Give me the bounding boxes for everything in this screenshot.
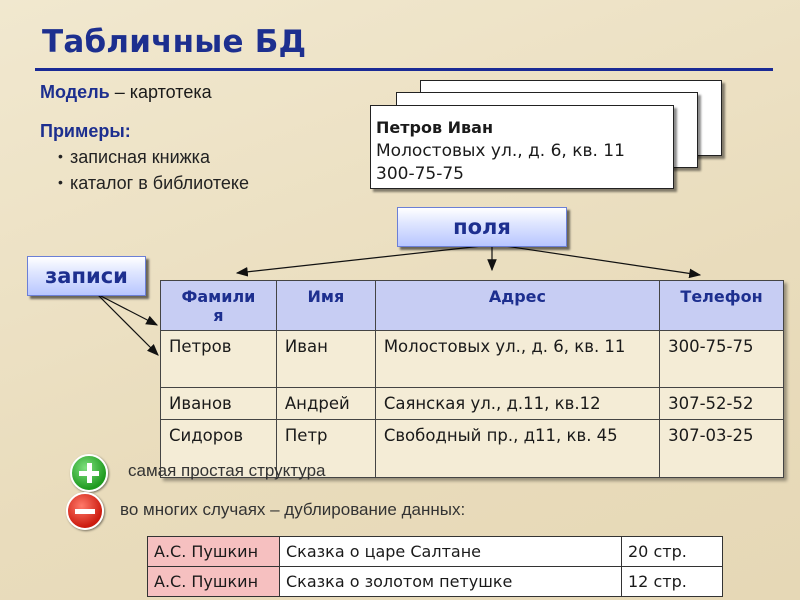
table-cell: Иван bbox=[275, 330, 376, 388]
table-cell: 307-52-52 bbox=[659, 387, 784, 420]
duplication-example-table: А.С. Пушкин Сказка о царе Салтане 20 стр… bbox=[147, 536, 723, 597]
column-header-phone: Телефон bbox=[659, 280, 784, 331]
pros-text: самая простая структура bbox=[128, 461, 326, 480]
author-cell: А.С. Пушкин bbox=[147, 566, 280, 597]
table-row: Иванов Андрей Саянская ул., д.11, кв.12 … bbox=[160, 387, 784, 420]
arrow-icon bbox=[96, 293, 159, 356]
arrow-icon bbox=[96, 293, 159, 326]
header-line: Фамили bbox=[181, 287, 256, 306]
author-cell: А.С. Пушкин bbox=[147, 536, 280, 567]
minus-icon bbox=[66, 492, 104, 530]
arrow-icon bbox=[504, 245, 702, 279]
table-cell: Петров bbox=[160, 330, 277, 388]
title-cell: Сказка о золотом петушке bbox=[279, 566, 622, 597]
plus-icon bbox=[70, 454, 108, 492]
cons-text: во многих случаях – дублирование данных: bbox=[120, 500, 466, 519]
column-header-surname: Фамили я bbox=[160, 280, 277, 331]
table-cell: Свободный пр., д11, кв. 45 bbox=[374, 419, 661, 478]
table-cell: Андрей bbox=[275, 387, 376, 420]
pages-cell: 12 стр. bbox=[621, 566, 723, 597]
table-cell: 300-75-75 bbox=[659, 330, 784, 388]
column-header-name: Имя bbox=[275, 280, 376, 331]
table-row: А.С. Пушкин Сказка о золотом петушке 12 … bbox=[147, 566, 723, 597]
table-row: Петров Иван Молостовых ул., д. 6, кв. 11… bbox=[160, 330, 784, 388]
table-header-row: Фамили я Имя Адрес Телефон bbox=[160, 280, 784, 331]
table-row: А.С. Пушкин Сказка о царе Салтане 20 стр… bbox=[147, 536, 723, 567]
records-label: записи bbox=[27, 256, 146, 296]
table-cell: Саянская ул., д.11, кв.12 bbox=[374, 387, 661, 420]
table-cell: Иванов bbox=[160, 387, 277, 420]
fields-label: поля bbox=[397, 207, 567, 247]
arrow-icon bbox=[235, 245, 483, 277]
database-table: Фамили я Имя Адрес Телефон Петров Иван М… bbox=[160, 280, 784, 478]
header-line: я bbox=[213, 306, 224, 325]
title-cell: Сказка о царе Салтане bbox=[279, 536, 622, 567]
pages-cell: 20 стр. bbox=[621, 536, 723, 567]
column-header-address: Адрес bbox=[374, 280, 661, 331]
table-cell: Молостовых ул., д. 6, кв. 11 bbox=[374, 330, 661, 388]
table-cell: 307-03-25 bbox=[659, 419, 784, 478]
